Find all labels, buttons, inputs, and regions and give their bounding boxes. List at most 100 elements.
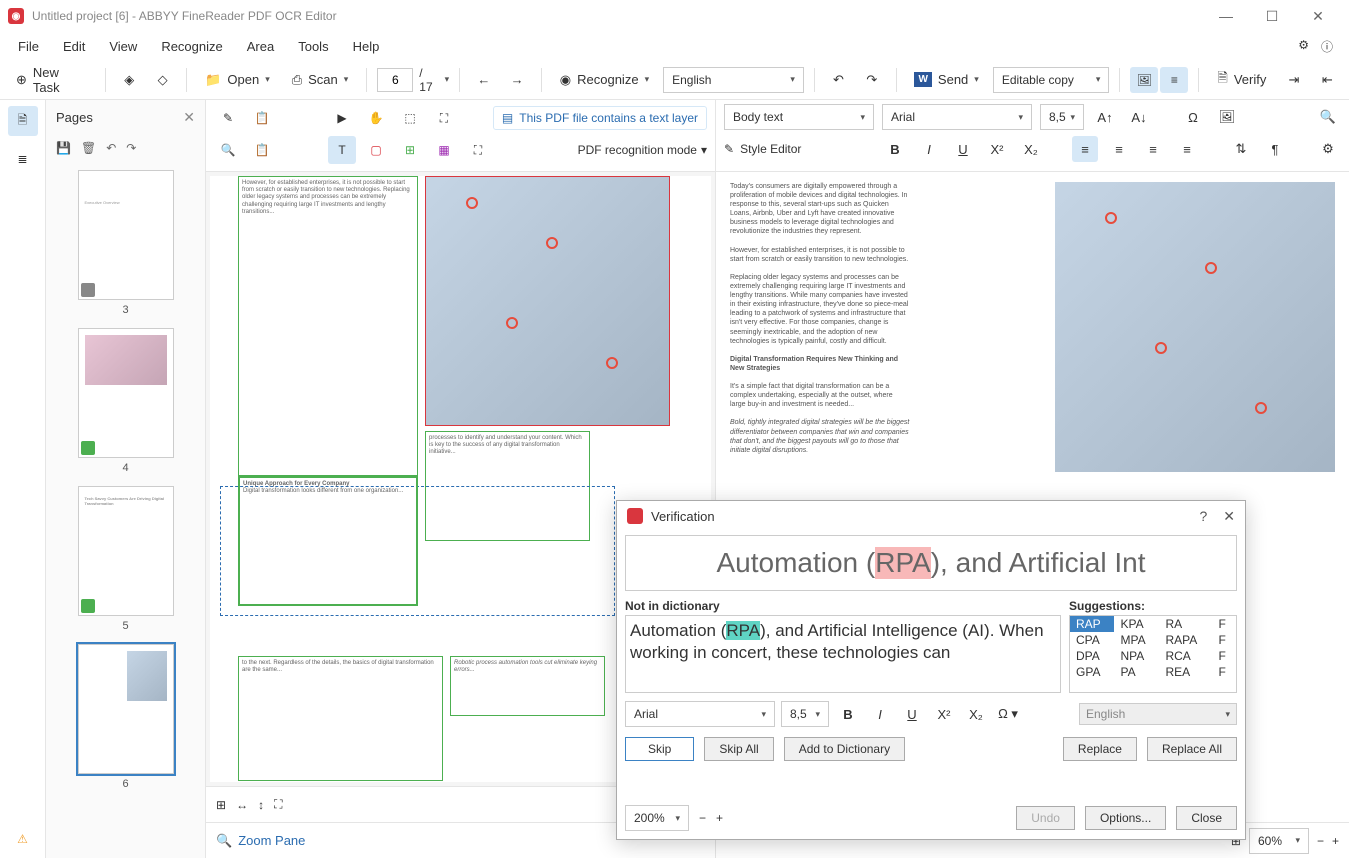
redo-button[interactable]: ↷ bbox=[858, 66, 885, 94]
thumb-5[interactable]: Tech Savvy Customers Are Driving Digital… bbox=[78, 486, 174, 632]
decrease-font-button[interactable]: A↓ bbox=[1126, 104, 1152, 130]
barcode-area-icon[interactable]: ▦ bbox=[430, 136, 458, 164]
suggestion-item[interactable]: PA bbox=[1114, 664, 1159, 680]
replace-button[interactable]: Replace bbox=[1063, 737, 1137, 761]
prev-page-button[interactable]: ← bbox=[470, 66, 497, 94]
thumb-6[interactable]: 6 bbox=[78, 644, 174, 790]
underline-button[interactable]: U bbox=[950, 136, 976, 162]
text-zoom-combo[interactable]: 60% ▾ bbox=[1249, 828, 1309, 854]
paste-icon[interactable]: 📋 bbox=[248, 136, 276, 164]
arrows-h-icon[interactable]: ↔ bbox=[236, 798, 248, 812]
new-task-button[interactable]: ⊕ New Task bbox=[8, 61, 95, 99]
image-icon[interactable]: 🖼 bbox=[1214, 104, 1240, 130]
verification-textarea[interactable]: Automation (RPA), and Artificial Intelli… bbox=[625, 615, 1061, 693]
omega-icon[interactable]: Ω bbox=[1180, 104, 1206, 130]
dialog-omega-button[interactable]: Ω ▾ bbox=[995, 701, 1021, 727]
recognition-mode-dropdown[interactable]: PDF recognition mode ▾ bbox=[578, 143, 707, 157]
menu-file[interactable]: File bbox=[8, 35, 49, 58]
layers-icon-2[interactable]: ◇ bbox=[149, 66, 176, 94]
open-button[interactable]: 📁 Open ▾ bbox=[197, 68, 278, 92]
edit-image-icon[interactable]: ✎ bbox=[214, 104, 242, 132]
add-to-dictionary-button[interactable]: Add to Dictionary bbox=[784, 737, 905, 761]
menu-view[interactable]: View bbox=[99, 35, 147, 58]
close-button[interactable]: ✕ bbox=[1295, 0, 1341, 32]
dialog-titlebar[interactable]: Verification ? ✕ bbox=[617, 501, 1245, 531]
dialog-zoom-out-button[interactable]: − bbox=[699, 811, 706, 825]
dialog-help-button[interactable]: ? bbox=[1199, 508, 1207, 525]
suggestion-item[interactable]: RCA bbox=[1159, 648, 1212, 664]
editable-copy-combo[interactable]: Editable copy ▾ bbox=[993, 67, 1110, 93]
chevron-down-icon[interactable]: ▾ bbox=[445, 74, 450, 85]
subscript-button[interactable]: X₂ bbox=[1018, 136, 1044, 162]
dialog-superscript-button[interactable]: X² bbox=[931, 701, 957, 727]
suggestion-item[interactable]: GPA bbox=[1070, 664, 1114, 680]
suggestion-item[interactable]: KPA bbox=[1114, 616, 1159, 632]
pointer-icon[interactable]: ▶ bbox=[328, 104, 356, 132]
align-right-button[interactable]: ≡ bbox=[1140, 136, 1166, 162]
rail-list-button[interactable]: ≣ bbox=[8, 144, 38, 174]
paragraph-button[interactable]: ¶ bbox=[1262, 136, 1288, 162]
select-area-icon[interactable]: ⬚ bbox=[396, 104, 424, 132]
dialog-subscript-button[interactable]: X₂ bbox=[963, 701, 989, 727]
dialog-close-button[interactable]: ✕ bbox=[1223, 508, 1235, 525]
options-button[interactable]: Options... bbox=[1085, 806, 1166, 830]
zoom-out-button[interactable]: − bbox=[1317, 834, 1324, 848]
suggestion-item[interactable]: F bbox=[1213, 616, 1236, 632]
scan-button[interactable]: ⎙ Scan ▾ bbox=[284, 68, 357, 92]
size-combo[interactable]: 8,5 ▾ bbox=[1040, 104, 1084, 130]
dialog-font-combo[interactable]: Arial ▾ bbox=[625, 701, 775, 727]
increase-font-button[interactable]: A↑ bbox=[1092, 104, 1118, 130]
options-button[interactable]: ⚙ bbox=[1315, 136, 1341, 162]
warning-icon[interactable]: ⚠ bbox=[17, 832, 28, 846]
rotate-left-icon[interactable]: ↶ bbox=[106, 141, 116, 155]
delete-icon[interactable]: 🗑 bbox=[81, 141, 96, 155]
fullscreen-icon[interactable]: ⛶ bbox=[464, 136, 492, 164]
picture-area-icon[interactable]: ▢ bbox=[362, 136, 390, 164]
close-dialog-button[interactable]: Close bbox=[1176, 806, 1237, 830]
suggestion-item[interactable]: MPA bbox=[1114, 632, 1159, 648]
dialog-underline-button[interactable]: U bbox=[899, 701, 925, 727]
fit-icon[interactable]: ⛶ bbox=[274, 797, 282, 812]
arrows-v-icon[interactable]: ↕ bbox=[258, 798, 264, 812]
layout-icon[interactable]: ⊞ bbox=[216, 798, 226, 812]
suggestion-item[interactable]: NPA bbox=[1114, 648, 1159, 664]
dialog-italic-button[interactable]: I bbox=[867, 701, 893, 727]
dialog-lang-combo[interactable]: English ▾ bbox=[1079, 703, 1237, 725]
suggestion-item[interactable]: F bbox=[1213, 632, 1236, 648]
dialog-bold-button[interactable]: B bbox=[835, 701, 861, 727]
text-area-icon[interactable]: T bbox=[328, 136, 356, 164]
align-justify-button[interactable]: ≡ bbox=[1174, 136, 1200, 162]
view-text-button[interactable]: ≡ bbox=[1160, 67, 1188, 93]
rail-pages-button[interactable]: 🗎 bbox=[8, 106, 38, 136]
italic-button[interactable]: I bbox=[916, 136, 942, 162]
table-area-icon[interactable]: ⊞ bbox=[396, 136, 424, 164]
thumb-4[interactable]: 4 bbox=[78, 328, 174, 474]
superscript-button[interactable]: X² bbox=[984, 136, 1010, 162]
language-combo[interactable]: English ▾ bbox=[663, 67, 804, 93]
suggestion-item[interactable]: F bbox=[1213, 664, 1236, 680]
send-button[interactable]: W Send ▾ bbox=[906, 68, 986, 91]
menu-area[interactable]: Area bbox=[237, 35, 284, 58]
suggestion-item[interactable]: CPA bbox=[1070, 632, 1114, 648]
dialog-zoom-in-button[interactable]: + bbox=[716, 811, 723, 825]
suggestion-item[interactable]: DPA bbox=[1070, 648, 1114, 664]
font-combo[interactable]: Arial ▾ bbox=[882, 104, 1032, 130]
hand-icon[interactable]: ✋ bbox=[362, 104, 390, 132]
dialog-size-combo[interactable]: 8,5 ▾ bbox=[781, 701, 829, 727]
layers-icon-1[interactable]: ◈ bbox=[116, 66, 143, 94]
suggestion-item[interactable]: F bbox=[1213, 648, 1236, 664]
verify-button[interactable]: 🗎 Verify bbox=[1209, 65, 1274, 95]
thumb-3[interactable]: Executive Overview 3 bbox=[78, 170, 174, 316]
bold-button[interactable]: B bbox=[882, 136, 908, 162]
style-editor-button[interactable]: ✎ Style Editor bbox=[724, 142, 874, 156]
zoom-in-button[interactable]: + bbox=[1332, 834, 1339, 848]
align-left-button[interactable]: ≡ bbox=[1072, 136, 1098, 162]
skip-button[interactable]: Skip bbox=[625, 737, 694, 761]
rotate-right-icon[interactable]: ↷ bbox=[126, 141, 136, 155]
suggestion-item[interactable]: REA bbox=[1159, 664, 1212, 680]
suggestion-item[interactable]: RAP bbox=[1070, 616, 1114, 632]
maximize-button[interactable]: ☐ bbox=[1249, 0, 1295, 32]
save-icon[interactable]: 💾 bbox=[56, 141, 71, 155]
dialog-zoom-combo[interactable]: 200% ▾ bbox=[625, 805, 689, 831]
align-center-button[interactable]: ≡ bbox=[1106, 136, 1132, 162]
